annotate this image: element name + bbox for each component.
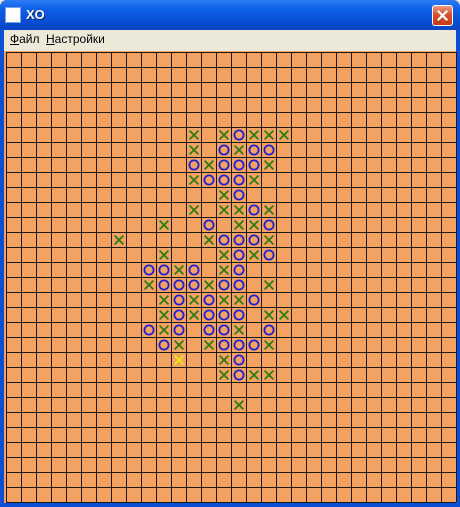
- close-icon: [437, 10, 448, 21]
- window-bottom-border: [0, 503, 460, 507]
- menu-file-accel: Ф: [10, 32, 20, 46]
- close-button[interactable]: [432, 5, 453, 26]
- window-title: XO: [26, 7, 45, 22]
- menu-settings[interactable]: Настройки: [44, 32, 107, 46]
- game-board-area: [4, 51, 458, 504]
- menu-file-label: айл: [19, 32, 40, 46]
- game-board[interactable]: [6, 52, 458, 504]
- app-window: XO Файл Настройки: [0, 0, 460, 507]
- menu-file[interactable]: Файл: [8, 32, 42, 46]
- client-area: Файл Настройки: [4, 30, 458, 504]
- app-icon: [5, 7, 21, 23]
- menu-settings-label: астройки: [54, 32, 105, 46]
- menu-settings-accel: Н: [46, 32, 55, 46]
- title-bar[interactable]: XO: [0, 0, 460, 30]
- menu-bar: Файл Настройки: [4, 30, 456, 49]
